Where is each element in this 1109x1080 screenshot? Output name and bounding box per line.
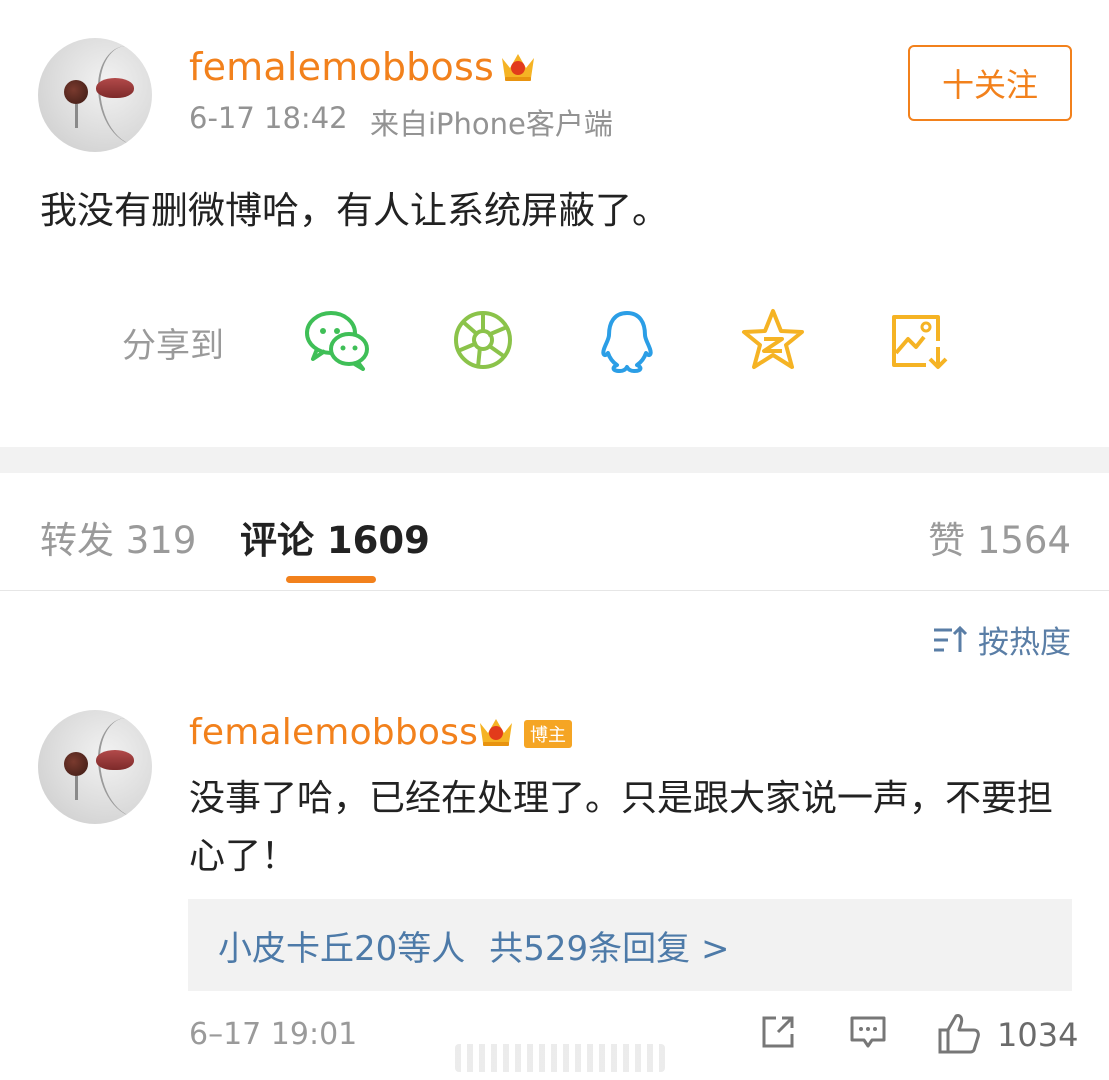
crown-vip-icon	[480, 719, 512, 746]
author-badge: 博主	[524, 720, 572, 748]
sort-label: 按热度	[978, 625, 1071, 661]
commenter-name[interactable]: femalemobboss	[189, 712, 478, 753]
like-count: 1034	[997, 1016, 1079, 1054]
commenter-avatar[interactable]	[38, 710, 152, 824]
qq-icon[interactable]	[592, 305, 662, 375]
share-label: 分享到	[122, 326, 224, 366]
reply-users: 小皮卡丘20等人	[218, 928, 466, 969]
reply-count-link[interactable]: 共529条回复 >	[489, 921, 729, 970]
active-tab-indicator	[286, 576, 376, 583]
weibo-post-page: femalemobboss 6-17 18:42 来自iPhone客户端 十关注…	[0, 0, 1109, 1080]
section-divider	[0, 447, 1109, 473]
sort-icon	[934, 625, 968, 652]
comment-text: 没事了哈，已经在处理了。只是跟大家说一声，不要担心了！	[189, 778, 1054, 877]
comment-icon[interactable]	[848, 1012, 888, 1052]
qzone-icon[interactable]	[738, 305, 808, 375]
post-source: 来自iPhone客户端	[370, 107, 613, 141]
tab-repost[interactable]: 转发 319	[40, 510, 196, 564]
tab-comment[interactable]: 评论 1609	[240, 510, 430, 564]
crown-vip-icon	[502, 54, 534, 81]
author-avatar[interactable]	[38, 38, 152, 152]
replies-preview[interactable]: 小皮卡丘20等人 共529条回复 >	[188, 899, 1072, 991]
post-text: 我没有删微博哈，有人让系统屏蔽了。	[40, 189, 669, 232]
sort-by-hot-button[interactable]: 按热度	[932, 617, 1071, 662]
follow-button[interactable]: 十关注	[908, 45, 1072, 121]
author-name[interactable]: femalemobboss	[189, 45, 494, 89]
home-indicator	[455, 1044, 665, 1072]
tabs-divider	[0, 590, 1109, 591]
moments-icon[interactable]	[450, 305, 520, 375]
repost-icon[interactable]	[758, 1012, 798, 1052]
save-image-icon[interactable]	[886, 305, 956, 375]
tab-like[interactable]: 赞 1564	[928, 510, 1071, 564]
wechat-icon[interactable]	[303, 305, 373, 375]
comment-time: 6–17 19:01	[189, 1017, 358, 1052]
like-icon[interactable]	[936, 1010, 982, 1056]
post-time: 6-17 18:42	[189, 101, 348, 135]
